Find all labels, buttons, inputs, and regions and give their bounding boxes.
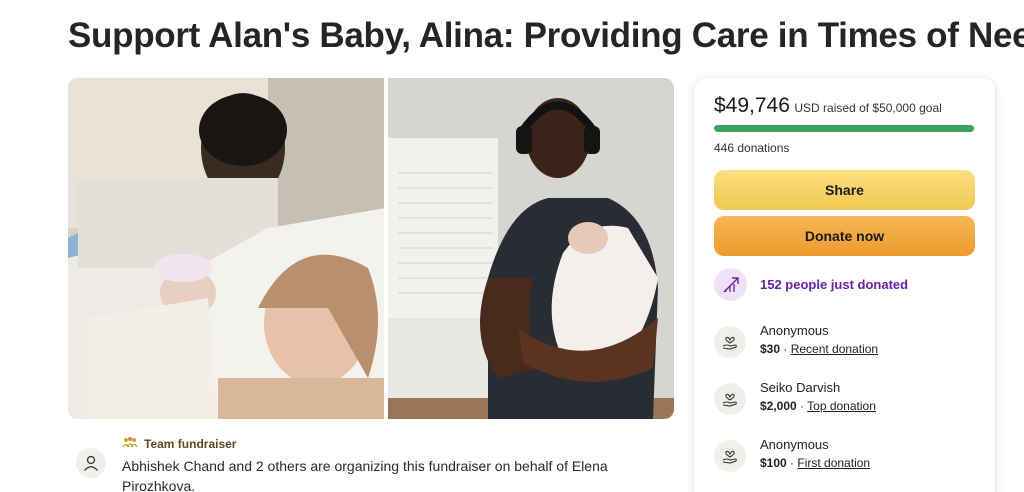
donor-meta: $2,000 · Top donation: [760, 397, 876, 415]
donation-card: $49,746 USD raised of $50,000 goal 446 d…: [694, 78, 995, 492]
team-icon: [122, 436, 138, 451]
donor-name: Seiko Darvish: [760, 380, 841, 395]
raised-goal-text: USD raised of $50,000 goal: [794, 101, 942, 115]
donor-item: Anonymous $100 · First donation: [714, 436, 870, 472]
heart-hand-icon: [714, 326, 746, 358]
recent-donation-link[interactable]: Recent donation: [791, 342, 878, 356]
donor-separator: ·: [796, 399, 808, 413]
donor-amount: $30: [760, 342, 781, 356]
donor-name: Anonymous: [760, 323, 829, 338]
organizer-text: Abhishek Chand and 2 others are organizi…: [122, 458, 608, 492]
page-title: Support Alan's Baby, Alina: Providing Ca…: [68, 16, 1024, 55]
donor-item: Anonymous $30 · Recent donation: [714, 322, 878, 358]
user-icon: [76, 448, 106, 478]
donor-meta: $100 · First donation: [760, 454, 870, 472]
team-fundraiser-label: Team fundraiser: [144, 436, 237, 451]
donor-amount: $2,000: [760, 399, 797, 413]
team-fundraiser-tag: Team fundraiser: [122, 436, 236, 451]
heart-hand-icon: [714, 383, 746, 415]
trending-up-icon: [714, 268, 747, 301]
donor-item: Seiko Darvish $2,000 · Top donation: [714, 379, 876, 415]
progress-fill: [714, 125, 974, 132]
donor-meta: $30 · Recent donation: [760, 340, 878, 358]
fundraiser-photo-image: [68, 78, 674, 419]
progress-bar: [714, 125, 975, 132]
donate-now-button[interactable]: Donate now: [714, 216, 975, 256]
amount-raised: $49,746 USD raised of $50,000 goal: [714, 94, 942, 118]
donor-name: Anonymous: [760, 437, 829, 452]
first-donation-link[interactable]: First donation: [797, 456, 870, 470]
recent-donors-text: 152 people just donated: [760, 277, 909, 292]
top-donation-link[interactable]: Top donation: [807, 399, 876, 413]
heart-hand-icon: [714, 440, 746, 472]
donor-separator: ·: [786, 456, 798, 470]
donor-amount: $100: [760, 456, 787, 470]
organizer-section: Team fundraiser Abhishek Chand and 2 oth…: [68, 432, 674, 492]
recent-donors-banner[interactable]: 152 people just donated: [714, 268, 908, 301]
donor-separator: ·: [780, 342, 791, 356]
fundraiser-photo[interactable]: [68, 78, 674, 419]
raised-amount: $49,746: [714, 94, 790, 117]
share-button[interactable]: Share: [714, 170, 975, 210]
donations-count: 446 donations: [714, 141, 790, 155]
